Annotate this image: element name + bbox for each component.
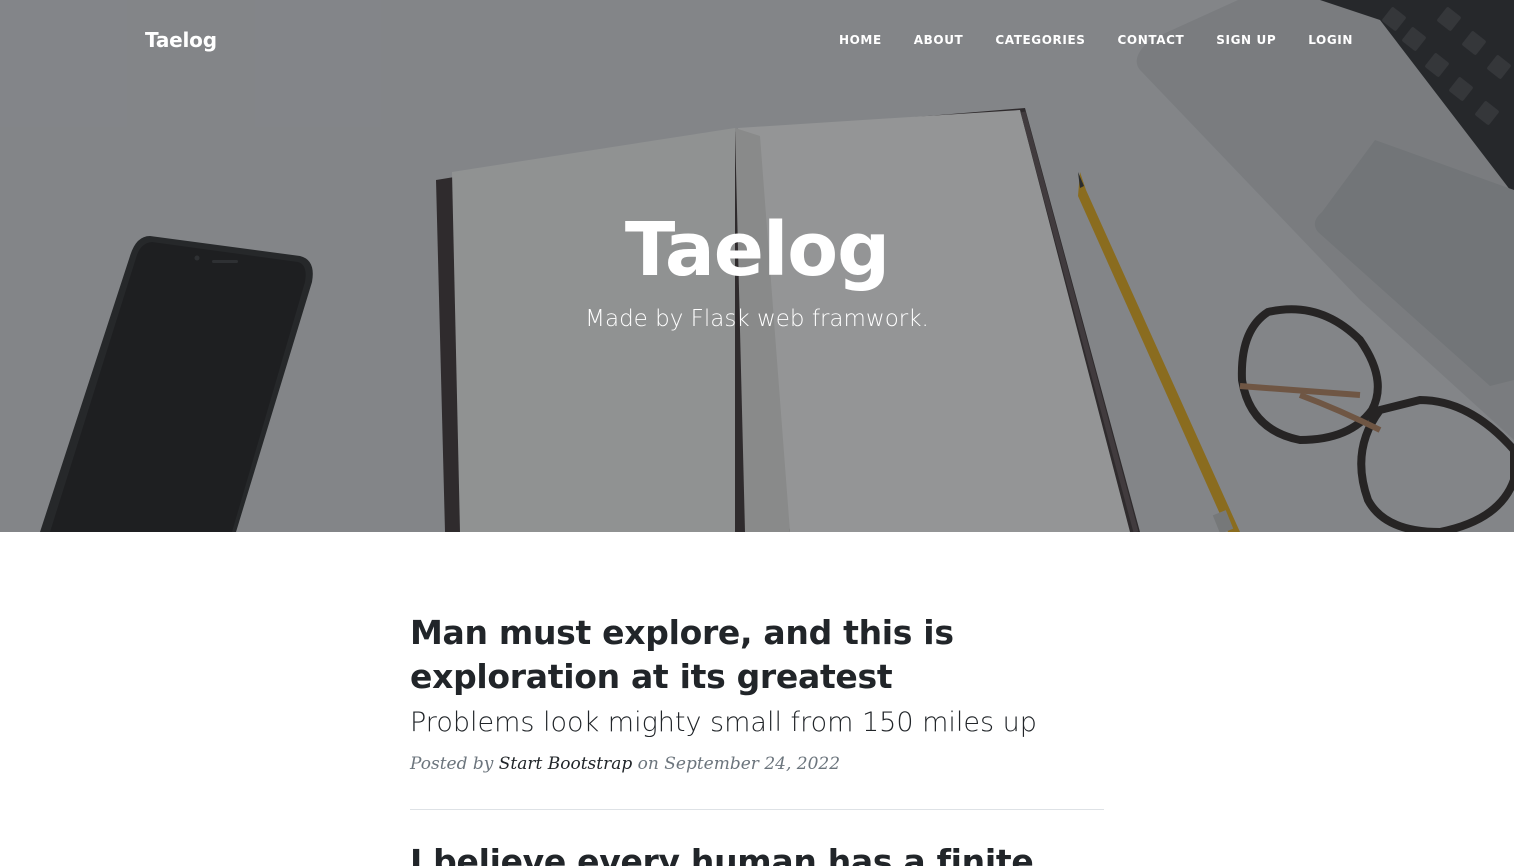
post-preview: I believe every human has a finite [410, 840, 1104, 866]
main-nav: Home About Categories Contact Sign Up Lo… [839, 33, 1353, 47]
nav-item-categories[interactable]: Categories [995, 33, 1085, 47]
post-date: September 24, 2022 [664, 754, 841, 774]
hero-header: Taelog Home About Categories Contact Sig… [0, 0, 1514, 532]
post-list: Man must explore, and this is exploratio… [410, 611, 1104, 866]
post-meta-prefix: Posted by [410, 754, 494, 774]
post-title[interactable]: Man must explore, and this is exploratio… [410, 611, 1104, 699]
post-meta-on: on [637, 754, 659, 774]
site-heading: Taelog Made by Flask web framwork. [0, 200, 1514, 336]
post-divider [410, 809, 1104, 810]
site-title: Taelog [624, 207, 890, 293]
post-subtitle[interactable]: Problems look mighty small from 150 mile… [410, 705, 1104, 741]
nav-item-contact[interactable]: Contact [1118, 33, 1185, 47]
post-meta: Posted by Start Bootstrap on September 2… [410, 751, 1104, 777]
nav-item-home[interactable]: Home [839, 33, 882, 47]
post-preview: Man must explore, and this is exploratio… [410, 611, 1104, 777]
nav-item-login[interactable]: Login [1308, 33, 1353, 47]
post-title[interactable]: I believe every human has a finite [410, 840, 1104, 866]
nav-item-sign-up[interactable]: Sign Up [1216, 33, 1276, 47]
post-author-link[interactable]: Start Bootstrap [499, 754, 632, 774]
brand-logo-link[interactable]: Taelog [145, 28, 217, 52]
nav-item-about[interactable]: About [914, 33, 964, 47]
post-link[interactable]: I believe every human has a finite [410, 840, 1104, 866]
site-subtitle: Made by Flask web framwork. [585, 306, 929, 332]
post-link[interactable]: Man must explore, and this is exploratio… [410, 611, 1104, 741]
